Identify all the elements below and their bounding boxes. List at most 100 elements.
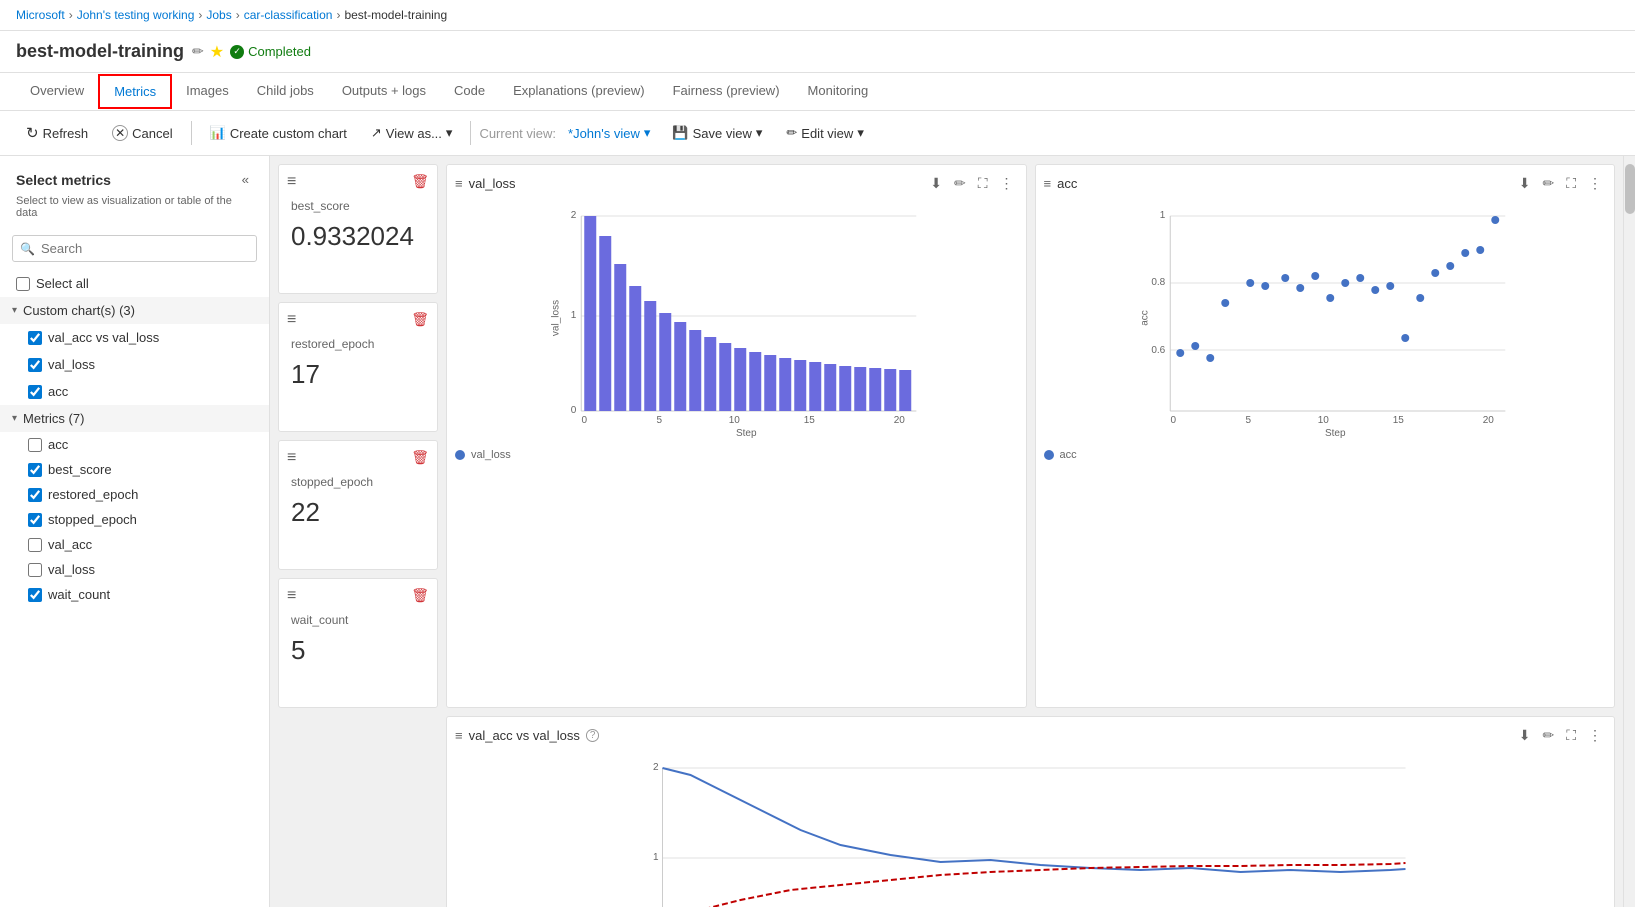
metric-item-best-score[interactable]: best_score bbox=[0, 457, 269, 482]
metric-checkbox-val-acc[interactable] bbox=[28, 538, 42, 552]
card-delete-icon-stopped-epoch[interactable]: 🗑 bbox=[411, 449, 429, 466]
breadcrumb-car-classification[interactable]: car-classification bbox=[244, 8, 333, 22]
custom-chart-checkbox-val-acc-vs-val-loss[interactable] bbox=[28, 331, 42, 345]
sidebar-search-container: 🔍 bbox=[12, 235, 257, 262]
custom-chart-item-acc[interactable]: acc ⋯ bbox=[0, 378, 269, 405]
chart-edit-btn-acc[interactable]: ✏ bbox=[1538, 173, 1558, 194]
metrics-section-header[interactable]: ▾ Metrics (7) bbox=[0, 405, 269, 432]
search-input[interactable] bbox=[12, 235, 257, 262]
metric-label-restored-epoch[interactable]: restored_epoch bbox=[48, 487, 253, 502]
card-menu-icon-wait-count[interactable]: ≡ bbox=[287, 587, 296, 605]
save-view-button[interactable]: 💾 Save view ▾ bbox=[662, 120, 772, 146]
scrollbar-thumb[interactable] bbox=[1625, 164, 1635, 214]
chart-menu-icon-val-loss[interactable]: ≡ bbox=[455, 176, 463, 191]
metric-checkbox-restored-epoch[interactable] bbox=[28, 488, 42, 502]
svg-text:10: 10 bbox=[1317, 415, 1329, 426]
card-delete-icon-wait-count[interactable]: 🗑 bbox=[411, 587, 429, 604]
svg-text:0: 0 bbox=[571, 405, 577, 416]
bottom-row: ≡ val_acc vs val_loss ? ⬇ ✏ ⛶ ⋮ 2 bbox=[278, 716, 1615, 907]
svg-text:10: 10 bbox=[729, 415, 741, 426]
metric-checkbox-wait-count[interactable] bbox=[28, 588, 42, 602]
chart-help-icon[interactable]: ? bbox=[586, 729, 600, 742]
chart-download-btn-acc[interactable]: ⬇ bbox=[1515, 173, 1535, 194]
tab-overview[interactable]: Overview bbox=[16, 73, 98, 110]
svg-text:Step: Step bbox=[1324, 428, 1345, 439]
custom-chart-checkbox-val-loss[interactable] bbox=[28, 358, 42, 372]
metric-label-acc[interactable]: acc bbox=[48, 437, 253, 452]
edit-icon[interactable]: ✏ bbox=[192, 43, 204, 60]
chart-download-btn-val-acc-vs-val-loss[interactable]: ⬇ bbox=[1515, 725, 1535, 746]
edit-view-icon: ✏ bbox=[786, 125, 797, 141]
custom-chart-checkbox-acc[interactable] bbox=[28, 385, 42, 399]
custom-chart-item-val-loss[interactable]: val_loss ⋯ bbox=[0, 351, 269, 378]
chart-menu-icon-val-acc-vs-val-loss[interactable]: ≡ bbox=[455, 728, 463, 743]
custom-charts-section-header[interactable]: ▾ Custom chart(s) (3) bbox=[0, 297, 269, 324]
metric-item-restored-epoch[interactable]: restored_epoch bbox=[0, 482, 269, 507]
tab-metrics[interactable]: Metrics bbox=[98, 74, 172, 109]
metric-item-wait-count[interactable]: wait_count bbox=[0, 582, 269, 607]
acc-svg: acc 1 0.8 0.6 bbox=[1044, 198, 1607, 438]
select-all-container[interactable]: Select all bbox=[0, 270, 269, 297]
card-menu-icon-best-score[interactable]: ≡ bbox=[287, 173, 296, 191]
breadcrumb-microsoft[interactable]: Microsoft bbox=[16, 8, 65, 22]
chart-expand-btn-acc[interactable]: ⛶ bbox=[1562, 173, 1580, 194]
chart-more-btn-acc[interactable]: ⋮ bbox=[1584, 173, 1606, 194]
tab-code[interactable]: Code bbox=[440, 73, 499, 110]
custom-chart-label-val-acc-vs-val-loss[interactable]: val_acc vs val_loss bbox=[48, 330, 233, 345]
tab-fairness[interactable]: Fairness (preview) bbox=[659, 73, 794, 110]
card-menu-icon-restored-epoch[interactable]: ≡ bbox=[287, 311, 296, 329]
custom-chart-label-acc[interactable]: acc bbox=[48, 384, 233, 399]
metric-item-val-loss-m[interactable]: val_loss bbox=[0, 557, 269, 582]
metric-item-val-acc[interactable]: val_acc bbox=[0, 532, 269, 557]
create-chart-button[interactable]: 📊 Create custom chart bbox=[200, 120, 357, 146]
scrollbar-track[interactable] bbox=[1623, 156, 1635, 907]
star-icon[interactable]: ★ bbox=[210, 42, 224, 62]
card-menu-icon-stopped-epoch[interactable]: ≡ bbox=[287, 449, 296, 467]
chart-edit-btn-val-loss[interactable]: ✏ bbox=[950, 173, 970, 194]
tab-outputs-logs[interactable]: Outputs + logs bbox=[328, 73, 440, 110]
breadcrumb-jobs[interactable]: Jobs bbox=[206, 8, 231, 22]
card-delete-icon-best-score[interactable]: 🗑 bbox=[411, 173, 429, 190]
chart-more-btn-val-acc-vs-val-loss[interactable]: ⋮ bbox=[1584, 725, 1606, 746]
cancel-button[interactable]: ✕ Cancel bbox=[102, 120, 183, 146]
chart-expand-btn-val-acc-vs-val-loss[interactable]: ⛶ bbox=[1562, 725, 1580, 746]
tab-explanations[interactable]: Explanations (preview) bbox=[499, 73, 659, 110]
svg-text:5: 5 bbox=[1245, 415, 1251, 426]
card-label-wait-count: wait_count bbox=[291, 613, 425, 627]
metric-label-val-acc[interactable]: val_acc bbox=[48, 537, 253, 552]
sidebar-collapse-button[interactable]: « bbox=[238, 168, 253, 191]
status-dot: ✓ bbox=[230, 45, 244, 59]
tab-images[interactable]: Images bbox=[172, 73, 243, 110]
metric-label-best-score[interactable]: best_score bbox=[48, 462, 253, 477]
card-label-best-score: best_score bbox=[291, 199, 425, 213]
metric-checkbox-acc[interactable] bbox=[28, 438, 42, 452]
select-all-checkbox[interactable] bbox=[16, 277, 30, 291]
breadcrumb-workspace[interactable]: John's testing working bbox=[77, 8, 195, 22]
metric-label-wait-count[interactable]: wait_count bbox=[48, 587, 253, 602]
chart-menu-icon-acc[interactable]: ≡ bbox=[1044, 176, 1052, 191]
chart-edit-btn-val-acc-vs-val-loss[interactable]: ✏ bbox=[1538, 725, 1558, 746]
metric-item-acc[interactable]: acc bbox=[0, 432, 269, 457]
view-name-dropdown[interactable]: *John's view ▾ bbox=[560, 121, 658, 145]
tab-child-jobs[interactable]: Child jobs bbox=[243, 73, 328, 110]
select-all-label[interactable]: Select all bbox=[36, 276, 89, 291]
metric-label-val-loss-m[interactable]: val_loss bbox=[48, 562, 253, 577]
refresh-button[interactable]: ↻ Refresh bbox=[16, 119, 98, 147]
metric-checkbox-best-score[interactable] bbox=[28, 463, 42, 477]
save-view-chevron: ▾ bbox=[756, 125, 763, 141]
chart-download-btn-val-loss[interactable]: ⬇ bbox=[926, 173, 946, 194]
view-as-button[interactable]: ↗ View as... ▾ bbox=[361, 120, 463, 146]
bottom-spacer bbox=[278, 716, 438, 907]
custom-chart-item-val-acc-vs-val-loss[interactable]: val_acc vs val_loss ⋯ bbox=[0, 324, 269, 351]
chart-expand-btn-val-loss[interactable]: ⛶ bbox=[974, 173, 992, 194]
custom-chart-label-val-loss[interactable]: val_loss bbox=[48, 357, 233, 372]
metric-item-stopped-epoch[interactable]: stopped_epoch bbox=[0, 507, 269, 532]
chart-more-btn-val-loss[interactable]: ⋮ bbox=[996, 173, 1018, 194]
metric-checkbox-stopped-epoch[interactable] bbox=[28, 513, 42, 527]
metric-label-stopped-epoch[interactable]: stopped_epoch bbox=[48, 512, 253, 527]
tab-monitoring[interactable]: Monitoring bbox=[794, 73, 883, 110]
edit-view-button[interactable]: ✏ Edit view ▾ bbox=[776, 120, 873, 146]
metric-checkbox-val-loss-m[interactable] bbox=[28, 563, 42, 577]
card-delete-icon-restored-epoch[interactable]: 🗑 bbox=[411, 311, 429, 328]
content-area: ≡ 🗑 best_score 0.9332024 ≡ 🗑 restored_ep… bbox=[270, 156, 1623, 907]
